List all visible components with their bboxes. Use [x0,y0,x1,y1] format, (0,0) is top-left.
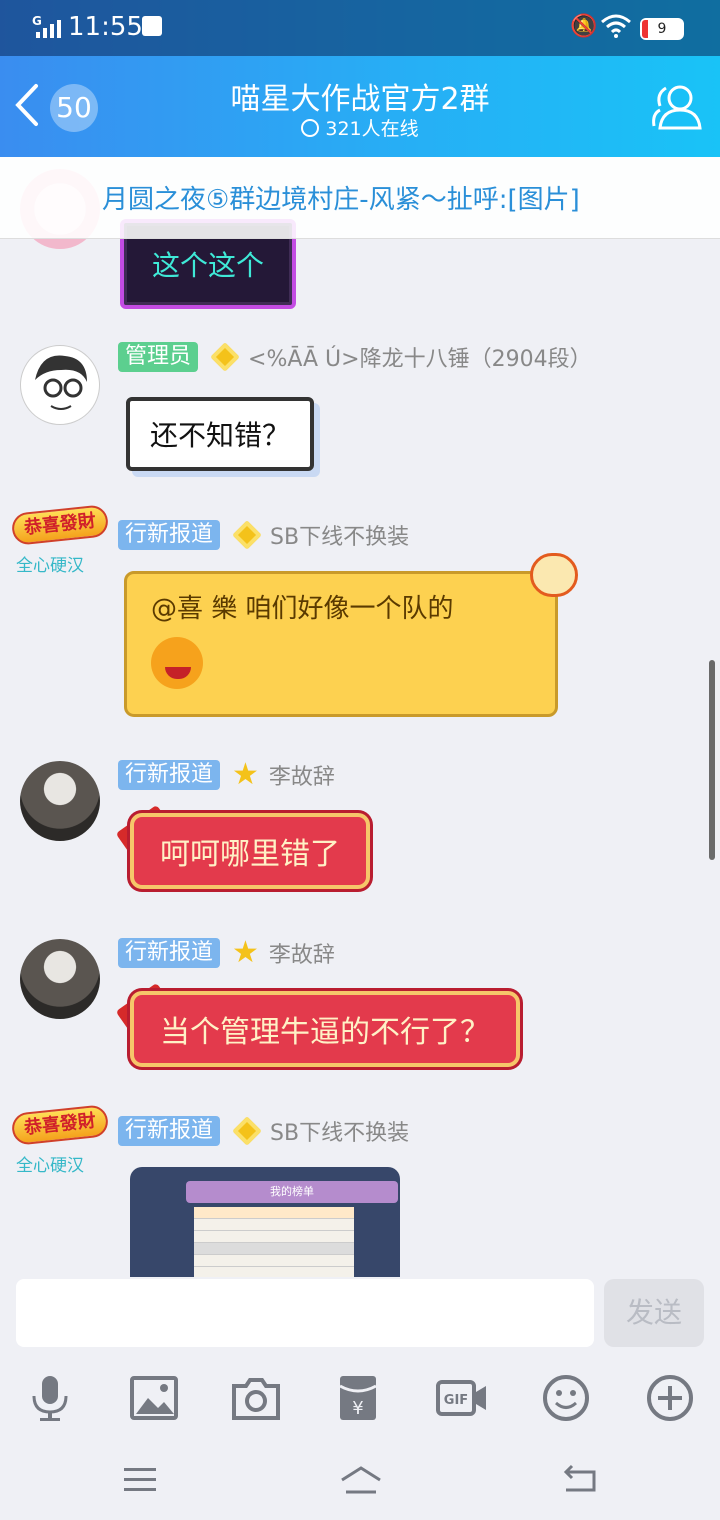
sender-avatar[interactable] [20,345,100,425]
sender-info: 行新报道 SB下线不换装 [118,1115,409,1147]
role-badge: 行新报道 [118,520,221,550]
message-bubble[interactable]: @喜 樂 咱们好像一个队的 [124,571,558,717]
mute-bell-icon: 🔕 [570,14,598,39]
back-nav-icon[interactable] [558,1460,602,1500]
signal-icon [36,20,61,38]
level-diamond-icon [232,520,262,550]
message-bubble[interactable]: 呵呵哪里错了 [130,813,370,889]
sender-avatar[interactable] [20,939,100,1019]
message-text: 呵呵哪里错了 [160,837,340,872]
level-star-icon: ★ [232,757,259,792]
group-title[interactable]: 喵星大作战官方2群 [160,74,560,118]
camera-icon[interactable] [230,1372,282,1424]
bleeding-emoji-icon [151,637,203,689]
sender-name[interactable]: 李故辞 [269,937,335,969]
role-badge: 管理员 [118,342,199,372]
svg-text:GIF: GIF [444,1393,468,1408]
level-diamond-icon [232,1116,262,1146]
lucky-badge-title: 恭喜發財 [10,1104,110,1146]
gif-icon[interactable]: GIF [436,1372,488,1424]
input-bar: 发送 [0,1277,720,1360]
chat-scrollbar[interactable] [709,660,715,860]
notice-text: 月圆之夜⑤群边境村庄-风紧～扯呼:[图片] [102,185,580,215]
lucky-badge: 恭喜發財 全心硬汉 [10,501,112,581]
sender-info: 行新报道 ★ 李故辞 [118,937,335,969]
svg-text:¥: ¥ [352,1398,363,1419]
home-icon[interactable] [338,1460,384,1500]
input-toolbar: ¥ GIF [0,1360,720,1440]
message-input[interactable] [16,1279,594,1347]
image-icon[interactable] [128,1372,180,1424]
sender-info: 管理员 <%ĀĀ Ú>降龙十八锤（2904段） [118,341,592,373]
sender-name[interactable]: SB下线不换装 [270,1115,409,1147]
chat-header: 50 喵星大作战官方2群 321人在线 [0,56,720,157]
image-message[interactable]: 我的榜单 [130,1167,400,1277]
wifi-icon [601,14,631,38]
emoji-icon[interactable] [540,1372,592,1424]
image-tab-bar: 我的榜单 [186,1181,398,1203]
role-badge: 行新报道 [118,760,221,790]
message-notification-icon [142,16,162,36]
lucky-badge-title: 恭喜發財 [10,504,110,546]
red-packet-icon[interactable]: ¥ [332,1372,384,1424]
sender-info: 行新报道 ★ 李故辞 [118,759,335,791]
sender-name[interactable]: 李故辞 [269,759,335,791]
lucky-badge-subtitle: 全心硬汉 [16,556,84,576]
role-badge: 行新报道 [118,1116,221,1146]
menu-icon[interactable] [118,1460,162,1500]
message-text: 还不知错？ [150,419,291,452]
level-diamond-icon [210,342,240,372]
sender-info: 行新报道 SB下线不换装 [118,519,409,551]
role-badge: 行新报道 [118,938,221,968]
system-navigation-bar [0,1440,720,1520]
sender-avatar[interactable] [20,761,100,841]
image-ranking-panel [194,1207,354,1277]
plus-icon[interactable] [644,1372,696,1424]
message-text: @喜 樂 咱们好像一个队的 [151,594,454,624]
online-status: 321人在线 [160,114,560,141]
lucky-badge: 恭喜發財 全心硬汉 [10,1101,112,1181]
sender-name[interactable]: <%ĀĀ Ú>降龙十八锤（2904段） [248,341,592,373]
group-members-icon[interactable] [650,82,702,130]
microphone-icon[interactable] [24,1372,76,1424]
unread-count-badge: 50 [50,84,98,132]
chevron-left-icon [15,84,38,126]
message-text: 这个这个 [152,249,265,282]
sender-name[interactable]: SB下线不换装 [270,519,409,551]
back-button[interactable]: 50 [12,78,102,138]
lion-dance-sticker-icon [530,553,578,597]
battery-icon: 9 [640,18,684,40]
status-time: 11:55 [68,12,143,42]
level-star-icon: ★ [232,935,259,970]
chat-message-list[interactable]: 这个这个 管理员 <%ĀĀ Ú>降龙十八锤（2904段） 还不知错？ 恭喜發財 … [0,157,720,1277]
message-bubble[interactable]: 还不知错？ [126,397,315,471]
online-check-icon [301,119,320,137]
battery-level: 9 [657,21,667,37]
send-button[interactable]: 发送 [604,1279,704,1347]
lucky-badge-subtitle: 全心硬汉 [16,1156,84,1176]
status-bar: G 11:55 🔕 9 [0,0,720,56]
cartoon-avatar-icon [35,355,87,410]
group-notice-banner[interactable]: 月圆之夜⑤群边境村庄-风紧～扯呼:[图片] [0,157,720,239]
message-bubble[interactable]: 当个管理牛逼的不行了？ [130,991,520,1067]
online-count: 321人在线 [325,118,419,140]
message-text: 当个管理牛逼的不行了？ [160,1015,490,1050]
